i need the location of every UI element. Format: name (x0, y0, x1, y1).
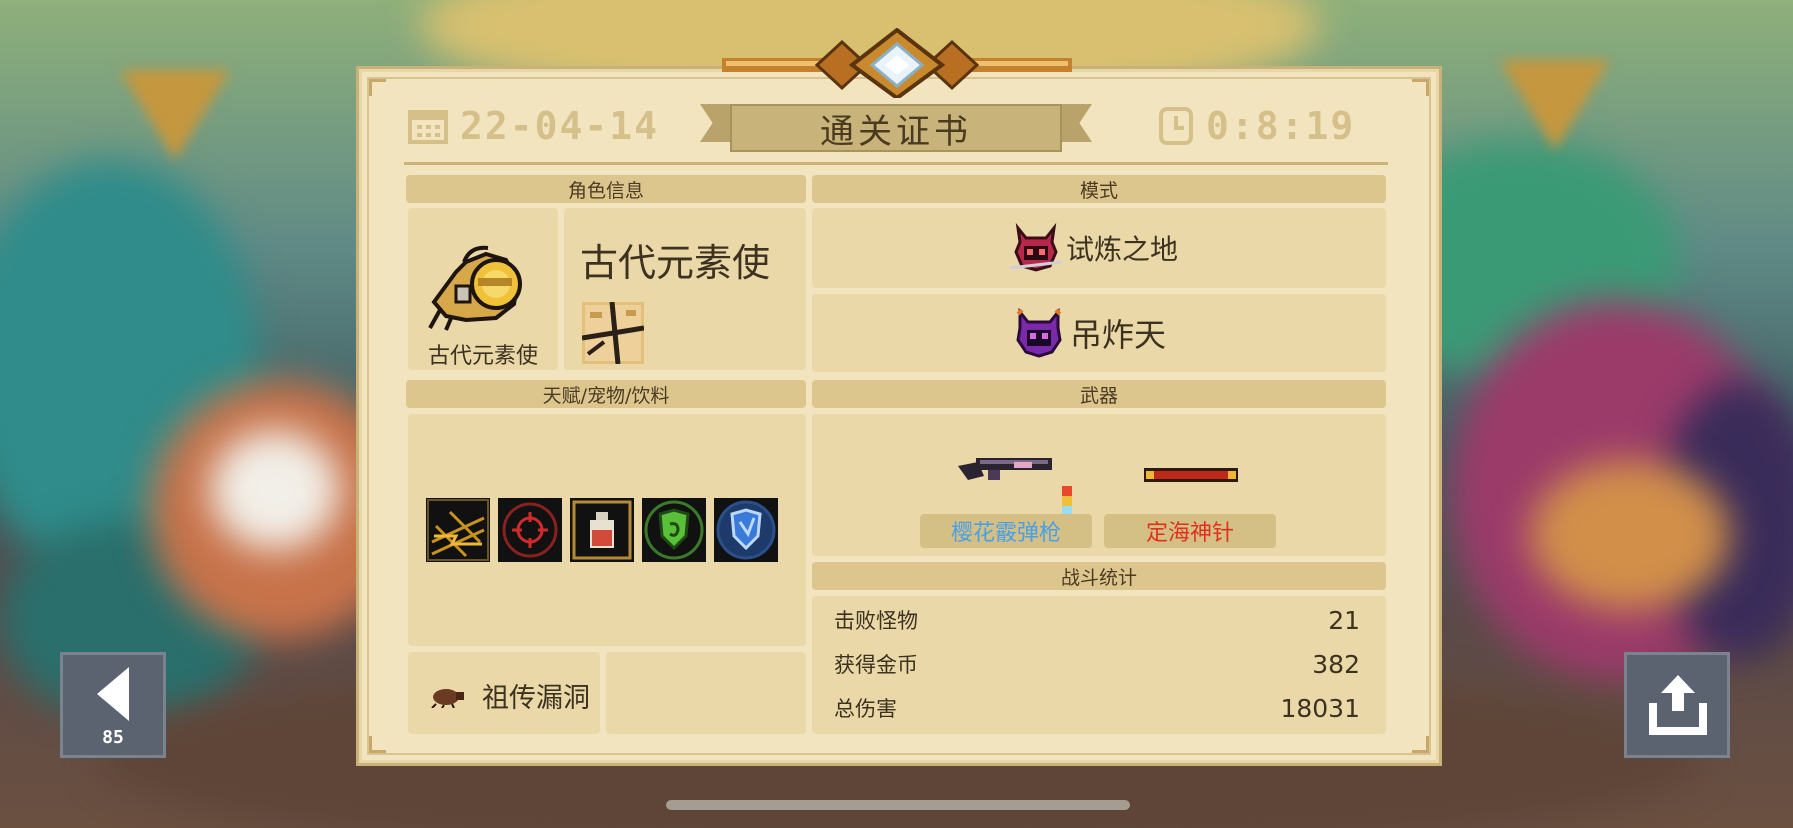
crest-ornament-icon (722, 28, 1072, 98)
potion-bottle-icon[interactable] (570, 498, 634, 562)
stat-label-damage: 总伤害 (834, 697, 897, 721)
talents-header: 天赋/宠物/饮料 (406, 380, 806, 408)
character-portrait-cell: 古代元素使 (408, 208, 558, 370)
weapons-cell: 樱花霰弹枪 定海神针 (812, 414, 1386, 556)
time-text: 0:8:19 (1206, 104, 1356, 148)
back-button[interactable]: 85 (60, 652, 166, 758)
crosshair-icon[interactable] (498, 498, 562, 562)
weapon-name-2: 定海神针 (1145, 521, 1234, 546)
character-detail-cell: 古代元素使 (564, 208, 806, 370)
trial-demon-icon (1010, 222, 1062, 272)
certificate-title: 通关证书 (820, 111, 972, 152)
sakura-shotgun-icon (958, 458, 1052, 480)
stat-label-kills: 击败怪物 (834, 609, 918, 633)
mode-label-1: 试炼之地 (1066, 233, 1179, 266)
ammo-bullet-icon (1062, 486, 1072, 514)
weapon-name-1: 樱花霰弹枪 (950, 521, 1061, 546)
blue-shield-icon[interactable] (714, 498, 778, 562)
back-arrow-icon (97, 667, 129, 721)
weapon-tag-2: 定海神针 (1104, 514, 1276, 548)
calendar-icon (408, 110, 448, 144)
empty-slot-cell (606, 652, 806, 734)
lightning-grid-icon[interactable] (426, 498, 490, 562)
skill-map-icon (582, 302, 644, 364)
share-button[interactable] (1624, 652, 1730, 758)
character-name-small: 古代元素使 (427, 344, 538, 369)
mode-row-2: 吊炸天 (812, 294, 1386, 372)
talents-cell (408, 414, 806, 646)
stat-value-kills: 21 (1328, 605, 1360, 635)
stat-row-damage: 总伤害 18031 (834, 688, 1360, 728)
stat-value-damage: 18031 (1280, 693, 1360, 723)
battle-stats-header: 战斗统计 (812, 562, 1386, 590)
mode-header: 模式 (812, 175, 1386, 203)
share-icon (1649, 675, 1707, 735)
ancient-elementalist-icon (428, 245, 522, 331)
stat-row-gold: 获得金币 382 (834, 644, 1360, 684)
character-info-header: 角色信息 (406, 175, 806, 203)
date-text: 22-04-14 (460, 104, 660, 148)
stat-row-kills: 击败怪物 21 (834, 600, 1360, 640)
back-countdown: 85 (102, 727, 124, 748)
time-display: 0:8:19 (1158, 104, 1355, 148)
mode-row-1: 试炼之地 (812, 208, 1386, 288)
header-divider (404, 162, 1388, 165)
bug-pet-icon (431, 689, 464, 708)
date-display: 22-04-14 (408, 104, 659, 148)
pet-cell: 祖传漏洞 (408, 652, 600, 734)
green-shield-icon[interactable] (642, 498, 706, 562)
weapon-tag-1: 樱花霰弹枪 (920, 514, 1092, 548)
stat-label-gold: 获得金币 (834, 653, 918, 677)
stat-value-gold: 382 (1312, 649, 1360, 679)
home-indicator (666, 800, 1130, 810)
character-name-large: 古代元素使 (580, 241, 771, 285)
clock-icon (1159, 107, 1193, 145)
mode-label-2: 吊炸天 (1070, 316, 1167, 354)
pet-label: 祖传漏洞 (482, 683, 590, 714)
purple-demon-icon (1016, 308, 1062, 358)
weapons-header: 武器 (812, 380, 1386, 408)
title-banner: 通关证书 (700, 100, 1092, 154)
golden-staff-icon (1144, 468, 1238, 482)
